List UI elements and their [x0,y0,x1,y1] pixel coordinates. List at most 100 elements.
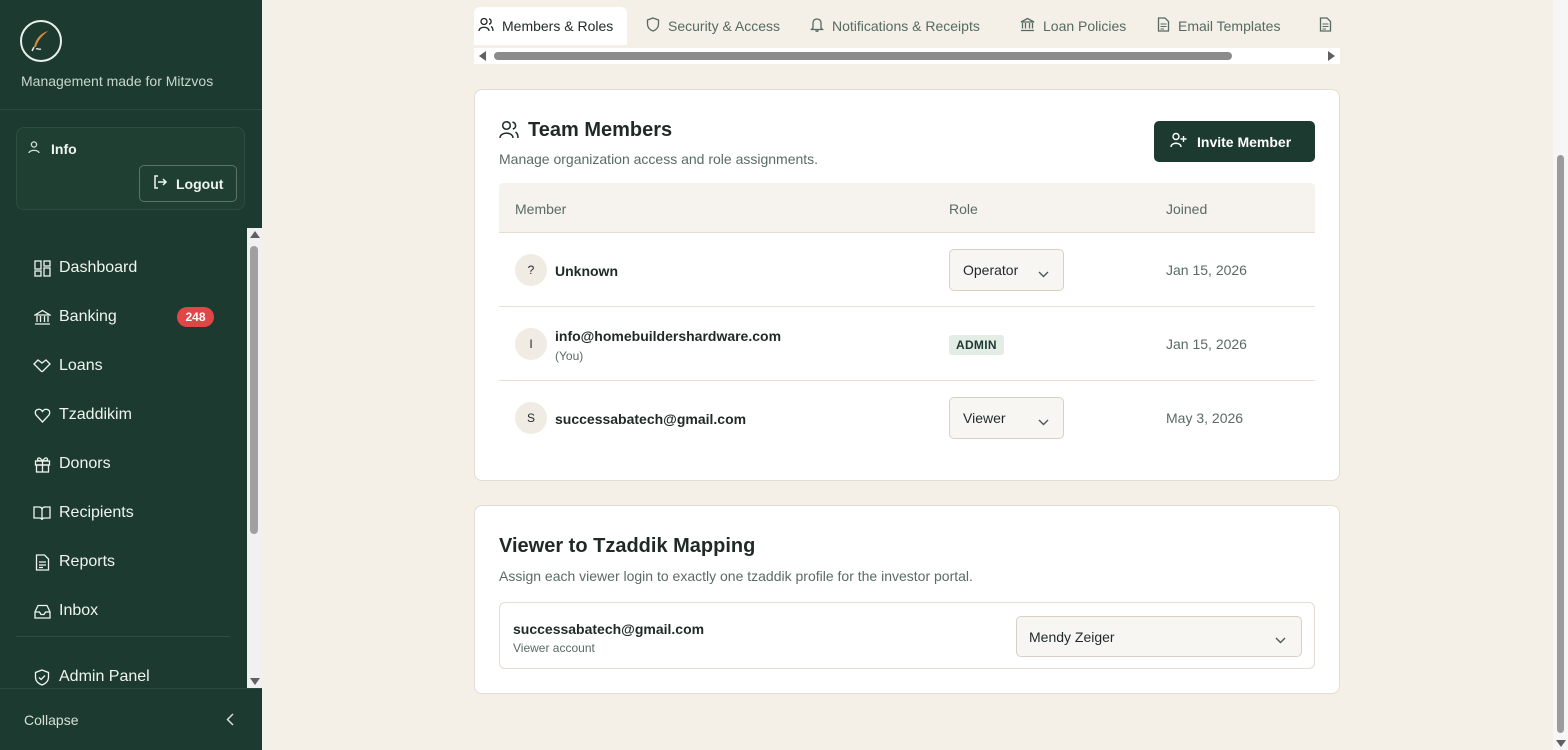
avatar: I [515,328,547,360]
file-text-icon [32,552,52,572]
sidebar-item-admin-panel[interactable]: Admin Panel [16,657,230,688]
scroll-right-arrow-icon[interactable] [1328,51,1335,61]
user-plus-icon [1170,132,1187,151]
collapse-sidebar-button[interactable]: Collapse [0,688,262,750]
dashboard-grid-icon [32,258,52,278]
sidebar-item-label: Admin Panel [59,668,150,685]
role-select[interactable]: Viewer [949,397,1064,439]
user-box: Info Logout [16,127,245,210]
inbox-icon [32,601,52,621]
users-icon [478,17,494,35]
viewer-email: successabatech@gmail.com [513,621,705,637]
logout-icon [152,174,168,193]
tab-label: Security & Access [668,18,781,34]
role-value: Operator [963,262,1019,278]
sidebar-item-recipients[interactable]: Recipients [16,493,230,533]
viewer-account-label: Viewer account [513,641,595,655]
joined-date: Jan 15, 2026 [1166,336,1247,352]
tab-more[interactable]: A [1315,7,1340,45]
tab-members-roles[interactable]: Members & Roles [474,7,627,45]
logout-button[interactable]: Logout [139,165,237,202]
tzaddik-select[interactable]: Mendy Zeiger [1016,616,1302,657]
chevron-left-icon [226,713,234,729]
shield-icon [646,17,660,35]
user-icon [27,140,41,159]
column-header-member: Member [515,201,567,217]
member-name: successabatech@gmail.com [555,411,747,427]
shield-check-icon [32,667,52,687]
tab-security-access[interactable]: Security & Access [642,7,792,45]
viewer-mapping-card: Viewer to Tzaddik Mapping Assign each vi… [474,505,1340,694]
sidebar-item-label: Donors [59,455,111,472]
column-header-role: Role [949,201,978,217]
app-logo[interactable] [20,20,62,62]
scroll-up-arrow-icon[interactable] [250,231,260,238]
page-scrollbar[interactable] [1553,0,1568,750]
handshake-icon [32,356,52,376]
book-open-icon [32,503,52,523]
tab-label: Loan Policies [1043,18,1127,34]
sidebar-item-label: Loans [59,357,103,374]
settings-tabs: Members & Roles Security & Access Notifi… [474,7,1340,47]
tab-loan-policies[interactable]: Loan Policies [1016,7,1138,45]
sidebar-item-label: Dashboard [59,259,138,276]
collapse-label: Collapse [24,711,79,728]
user-name: Info [51,141,77,157]
sidebar-divider [0,109,262,110]
sidebar-item-reports[interactable]: Reports [16,542,230,582]
bell-icon [809,17,825,35]
banking-count-badge: 248 [177,307,214,327]
sidebar-item-label: Reports [59,553,116,570]
feather-logo-icon [31,31,48,52]
nav-divider [16,636,230,637]
card-subtitle: Manage organization access and role assi… [499,151,819,167]
avatar: ? [515,254,547,286]
sidebar-item-banking[interactable]: Banking 248 [16,297,230,337]
tab-email-templates[interactable]: Email Templates [1153,7,1292,45]
page-scrollbar-thumb[interactable] [1557,155,1564,733]
scroll-left-arrow-icon[interactable] [479,51,486,61]
sidebar-item-tzaddikim[interactable]: Tzaddikim [16,395,230,435]
sidebar-scrollbar[interactable] [247,228,262,688]
avatar: S [515,402,547,434]
scroll-down-arrow-icon[interactable] [1556,740,1566,747]
table-row: S successabatech@gmail.com Viewer May 3,… [499,381,1315,455]
tab-label: Members & Roles [502,18,614,34]
gift-icon [32,454,52,474]
member-you-label: (You) [555,349,584,363]
sidebar-item-loans[interactable]: Loans [16,346,230,386]
sidebar-item-label: Banking [59,308,117,325]
bank-icon [32,307,52,327]
file-text-icon [1319,17,1332,35]
sidebar-item-label: Tzaddikim [59,406,132,423]
tzaddik-value: Mendy Zeiger [1029,628,1115,645]
role-select[interactable]: Operator [949,249,1064,291]
tab-notifications-receipts[interactable]: Notifications & Receipts [806,7,992,45]
joined-date: May 3, 2026 [1166,410,1244,426]
sidebar-nav: Dashboard Banking 248 Loans Tzaddikim Do… [0,228,247,688]
chevron-down-icon [1038,413,1049,429]
joined-date: Jan 15, 2026 [1166,262,1247,278]
scroll-down-arrow-icon[interactable] [250,678,260,685]
table-row: ? Unknown Operator Jan 15, 2026 [499,233,1315,307]
member-name: Unknown [555,263,618,279]
member-name: info@homebuildershardware.com [555,328,782,344]
sidebar-item-donors[interactable]: Donors [16,444,230,484]
tabs-scrollbar[interactable] [474,48,1340,64]
users-icon [499,120,519,144]
card-title: Viewer to Tzaddik Mapping [499,535,756,557]
chevron-down-icon [1038,265,1049,281]
invite-member-button[interactable]: Invite Member [1154,121,1315,162]
file-text-icon [1157,17,1170,35]
sidebar-item-inbox[interactable]: Inbox [16,591,230,631]
heart-hands-icon [32,405,52,425]
chevron-down-icon [1275,631,1286,647]
scrollbar-thumb[interactable] [250,246,258,534]
card-title: Team Members [528,119,673,141]
app-tagline: Management made for Mitzvos [21,73,214,89]
sidebar-item-dashboard[interactable]: Dashboard [16,248,230,288]
bank-icon [1020,17,1035,35]
sidebar-item-label: Inbox [59,602,99,619]
tabs-scrollbar-thumb[interactable] [494,52,1232,60]
sidebar-item-label: Recipients [59,504,134,521]
